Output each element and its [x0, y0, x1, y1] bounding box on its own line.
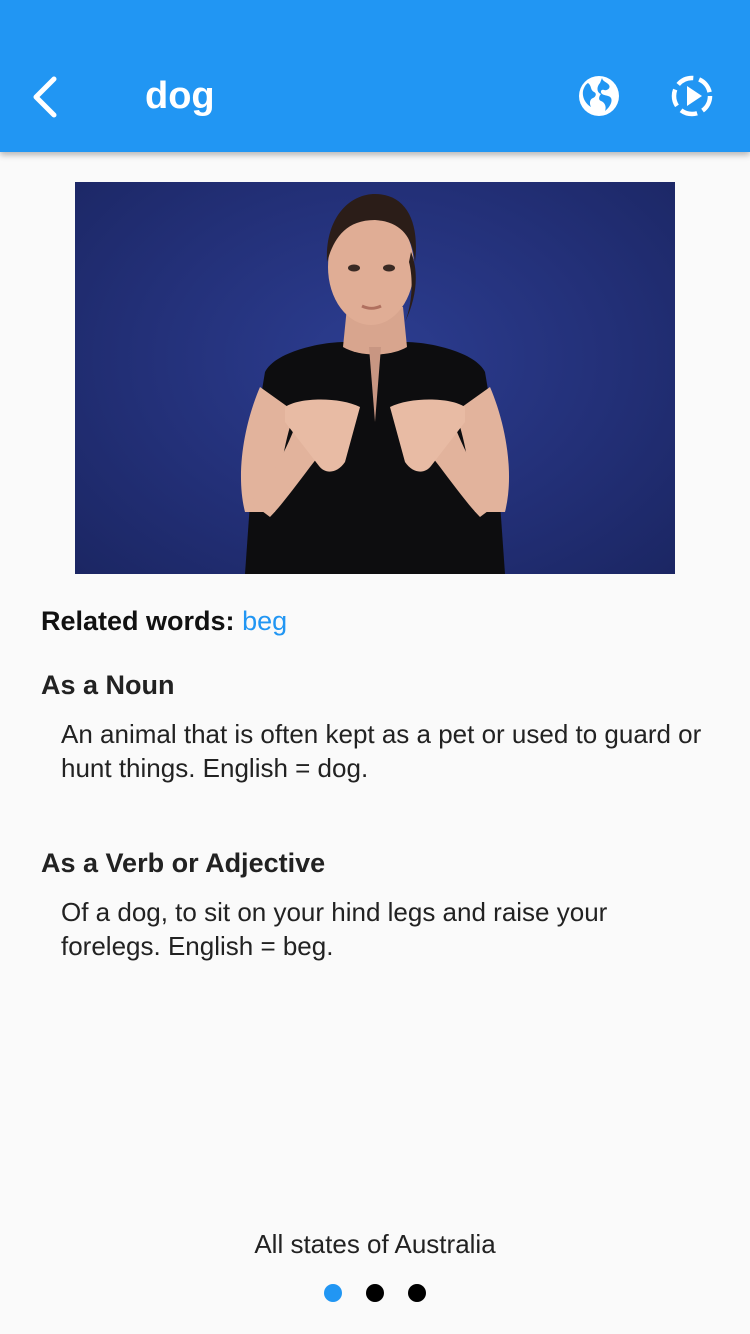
page-title: dog: [145, 75, 215, 117]
page-dot[interactable]: [366, 1284, 384, 1302]
app-bar: dog: [0, 0, 750, 152]
region-button[interactable]: [574, 71, 624, 121]
chevron-left-icon: [33, 76, 57, 118]
region-label: All states of Australia: [254, 1229, 496, 1259]
page-dot[interactable]: [408, 1284, 426, 1302]
play-speed-button[interactable]: [667, 71, 717, 121]
related-words-label: Related words:: [41, 606, 235, 636]
sign-video[interactable]: [75, 182, 675, 574]
page-indicator: [0, 1284, 750, 1302]
definition-heading-noun: As a Noun: [41, 670, 175, 700]
back-button[interactable]: [18, 66, 78, 126]
definition-text-verb: Of a dog, to sit on your hind legs and r…: [61, 897, 608, 961]
related-words: Related words: beg: [41, 603, 287, 639]
play-circle-icon: [671, 75, 713, 117]
related-word-link[interactable]: beg: [242, 606, 287, 636]
globe-icon: [579, 76, 619, 116]
definition-text-noun: An animal that is often kept as a pet or…: [61, 719, 702, 783]
page-dot[interactable]: [324, 1284, 342, 1302]
definition-heading-verb: As a Verb or Adjective: [41, 848, 326, 878]
signer-figure: [240, 194, 510, 574]
